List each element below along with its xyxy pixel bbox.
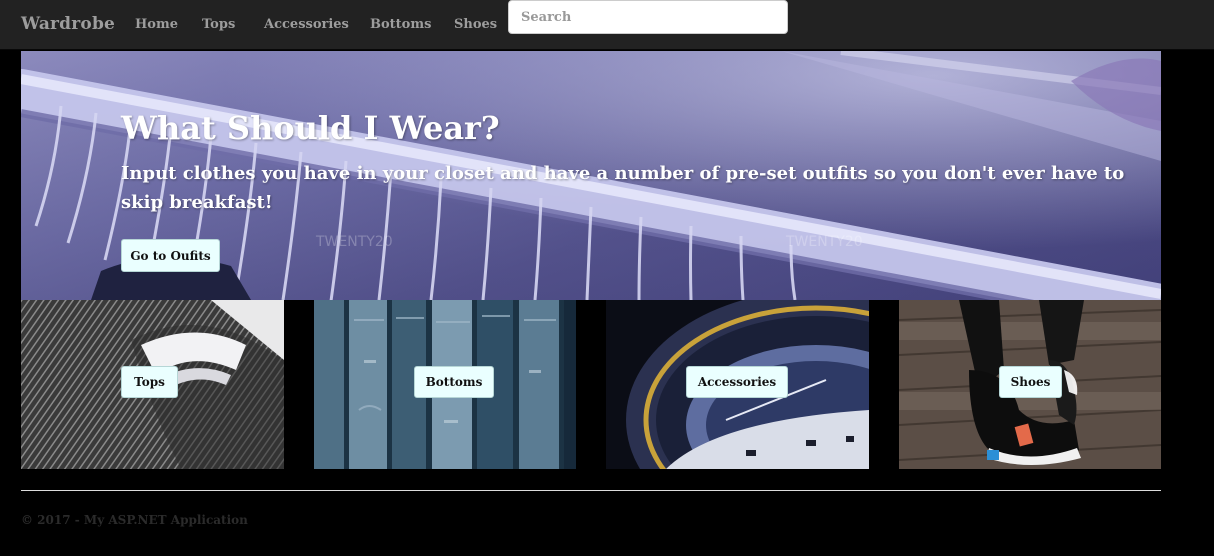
tile-tops: Tops	[21, 300, 284, 469]
nav-link-accessories[interactable]: Accessories	[264, 17, 349, 32]
search-input[interactable]	[508, 0, 788, 34]
hero-jumbotron: TWENTY20 TWENTY20 What Should I Wear? In…	[21, 51, 1161, 300]
nav-link-bottoms[interactable]: Bottoms	[370, 17, 431, 32]
watermark-text: TWENTY20	[315, 234, 393, 250]
hero-subtitle: Input clothes you have in your closet an…	[121, 163, 1125, 213]
shoes-button[interactable]: Shoes	[999, 366, 1062, 398]
tops-button[interactable]: Tops	[121, 366, 178, 398]
navbar: Wardrobe Home Tops Accessories Bottoms S…	[0, 0, 1214, 50]
watermark-text-2: TWENTY20	[785, 234, 863, 250]
go-to-outfits-button[interactable]: Go to Oufits	[121, 239, 220, 272]
bottoms-button[interactable]: Bottoms	[414, 366, 494, 398]
tile-shoes: Shoes	[899, 300, 1161, 469]
footer-divider	[21, 490, 1161, 491]
nav-link-home[interactable]: Home	[135, 17, 178, 32]
accessories-button[interactable]: Accessories	[686, 366, 788, 398]
nav-link-tops[interactable]: Tops	[202, 17, 235, 32]
nav-link-shoes[interactable]: Shoes	[454, 17, 497, 32]
footer-copyright: © 2017 - My ASP.NET Application	[21, 513, 248, 527]
hero-title: What Should I Wear?	[121, 109, 500, 147]
tile-bottoms: Bottoms	[314, 300, 576, 469]
tile-accessories: Accessories	[606, 300, 869, 469]
brand-link[interactable]: Wardrobe	[21, 14, 115, 34]
